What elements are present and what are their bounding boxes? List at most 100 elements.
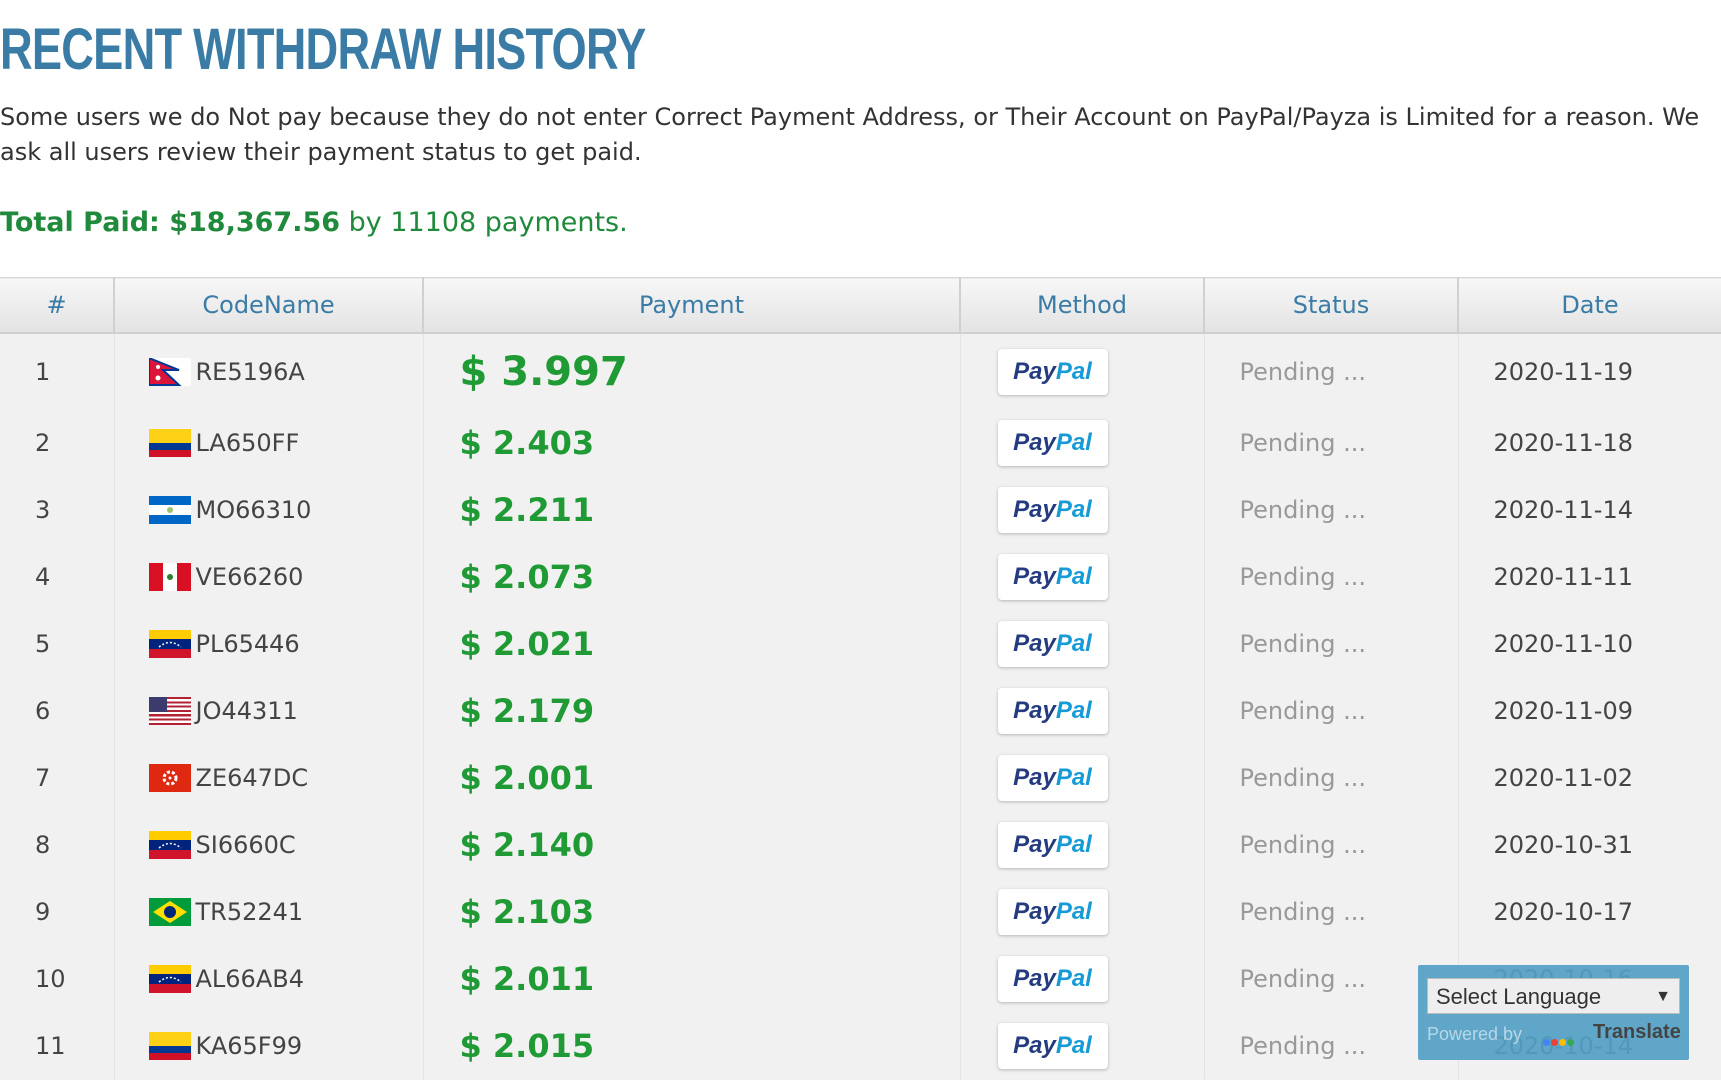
payment-amount: $ 2.011 <box>423 945 961 1012</box>
paypal-logo-part2: Pal <box>1055 964 1092 992</box>
row-number: 8 <box>0 811 115 878</box>
codename-cell: VE66260 <box>114 543 424 610</box>
paypal-logo-part1: Pay <box>1013 897 1056 925</box>
method-cell: PayPal <box>960 811 1205 878</box>
row-number: 3 <box>0 476 115 543</box>
flag-colombia-icon <box>148 1032 191 1060</box>
table-row: 3 MO66310 $ 2.211 PayPal Pending ... 2020-11-… <box>0 476 1721 543</box>
date-text: 2020-11-11 <box>1493 562 1633 591</box>
language-select[interactable]: Select Language ▼ <box>1427 978 1680 1014</box>
method-cell: PayPal <box>960 476 1205 543</box>
payment-amount: $ 2.103 <box>423 878 961 945</box>
codename-text: SI6660C <box>195 831 296 859</box>
paypal-logo-part2: Pal <box>1055 897 1092 925</box>
flag-venezuela-icon <box>148 630 191 658</box>
status-text: Pending ... <box>1204 543 1459 610</box>
powered-by-label: Powered by <box>1427 1024 1523 1044</box>
table-row: 4 VE66260 $ 2.073 PayPal Pending ... 2020-11-… <box>0 543 1721 610</box>
row-number: 10 <box>0 945 115 1012</box>
total-paid: Total Paid: $18,367.56 by 11108 payments… <box>0 205 628 241</box>
codename-cell: PL65446 <box>114 610 424 677</box>
date-text: 2020-11-02 <box>1493 763 1633 792</box>
date-text: 2020-11-19 <box>1493 357 1633 386</box>
header-payment: Payment <box>423 277 961 334</box>
table-row: 9 TR52241 $ 2.103 PayPal Pending ... 2020-10-… <box>0 878 1721 945</box>
total-paid-amount: Total Paid: $18,367.56 <box>0 207 341 238</box>
withdraw-table: # CodeName Payment Method Status Date 1 R… <box>0 277 1721 1079</box>
header-method: Method <box>960 277 1205 334</box>
codename-text: LA650FF <box>195 429 300 457</box>
paypal-logo-part1: Pay <box>1013 428 1056 456</box>
codename-cell: JO44311 <box>114 677 424 744</box>
date-text: 2020-10-17 <box>1493 897 1633 926</box>
table-row: 7 ZE647DC $ 2.001 PayPal Pending ... 2020-11-… <box>0 744 1721 811</box>
paypal-logo-icon: PayPal <box>997 486 1108 533</box>
status-text: Pending ... <box>1204 333 1459 409</box>
paypal-logo-icon: PayPal <box>997 888 1108 935</box>
codename-text: MO66310 <box>195 496 312 524</box>
method-cell: PayPal <box>960 878 1205 945</box>
paypal-logo-part1: Pay <box>1013 696 1056 724</box>
flag-venezuela-icon <box>148 831 191 859</box>
flag-hongkong-icon <box>148 764 191 792</box>
codename-text: TR52241 <box>195 898 304 926</box>
codename-cell: ZE647DC <box>114 744 424 811</box>
paypal-logo-part1: Pay <box>1013 629 1056 657</box>
paypal-logo-part1: Pay <box>1013 495 1056 523</box>
flag-venezuela-icon <box>148 965 191 993</box>
payment-amount: $ 2.015 <box>423 1012 961 1079</box>
row-number: 7 <box>0 744 115 811</box>
paypal-logo-part2: Pal <box>1055 428 1092 456</box>
codename-text: JO44311 <box>195 697 298 725</box>
status-text: Pending ... <box>1204 677 1459 744</box>
payment-amount: $ 2.179 <box>423 677 961 744</box>
codename-cell: LA650FF <box>114 409 424 476</box>
payment-amount: $ 2.403 <box>423 409 961 476</box>
method-cell: PayPal <box>960 610 1205 677</box>
payment-amount: $ 2.140 <box>423 811 961 878</box>
table-row: 2 LA650FF $ 2.403 PayPal Pending ... 2020-11-… <box>0 409 1721 476</box>
withdraw-table-container: # CodeName Payment Method Status Date 1 R… <box>0 277 1721 1080</box>
header-codename: CodeName <box>114 277 424 334</box>
paypal-logo-icon: PayPal <box>997 620 1108 667</box>
flag-colombia-icon <box>148 429 191 457</box>
paypal-logo-icon: PayPal <box>997 1022 1108 1069</box>
row-number: 6 <box>0 677 115 744</box>
codename-text: RE5196A <box>195 358 305 386</box>
total-paid-count: by 11108 payments. <box>340 207 628 238</box>
paypal-logo-part1: Pay <box>1013 357 1056 385</box>
date-text: 2020-11-14 <box>1493 495 1633 524</box>
method-cell: PayPal <box>960 1012 1205 1079</box>
flag-nicaragua-icon <box>148 496 191 524</box>
table-row: 6 JO44311 $ 2.179 PayPal Pending ... 2020-11-… <box>0 677 1721 744</box>
paypal-logo-icon: PayPal <box>997 955 1108 1002</box>
paypal-logo-part1: Pay <box>1013 562 1056 590</box>
codename-text: KA65F99 <box>195 1032 303 1060</box>
codename-cell: RE5196A <box>114 333 424 409</box>
payment-amount: $ 2.001 <box>423 744 961 811</box>
translate-link[interactable]: Translate <box>1593 1021 1681 1044</box>
method-cell: PayPal <box>960 677 1205 744</box>
status-text: Pending ... <box>1204 610 1459 677</box>
google-logo-icon <box>1543 1031 1579 1046</box>
header-status: Status <box>1204 277 1459 334</box>
payment-amount: $ 2.021 <box>423 610 961 677</box>
method-cell: PayPal <box>960 409 1205 476</box>
paypal-logo-part1: Pay <box>1013 763 1056 791</box>
status-text: Pending ... <box>1204 811 1459 878</box>
method-cell: PayPal <box>960 333 1205 409</box>
row-number: 2 <box>0 409 115 476</box>
codename-text: AL66AB4 <box>195 965 304 993</box>
payment-amount: $ 2.211 <box>423 476 961 543</box>
date-text: 2020-11-10 <box>1493 629 1633 658</box>
paypal-logo-part2: Pal <box>1055 830 1092 858</box>
intro-text: Some users we do Not pay because they do… <box>0 103 1700 166</box>
method-cell: PayPal <box>960 543 1205 610</box>
codename-text: ZE647DC <box>195 764 309 792</box>
status-text: Pending ... <box>1204 878 1459 945</box>
paypal-logo-part1: Pay <box>1013 964 1056 992</box>
date-text: 2020-11-09 <box>1493 696 1633 725</box>
codename-cell: AL66AB4 <box>114 945 424 1012</box>
paypal-logo-part2: Pal <box>1055 562 1092 590</box>
paypal-logo-part2: Pal <box>1055 357 1092 385</box>
